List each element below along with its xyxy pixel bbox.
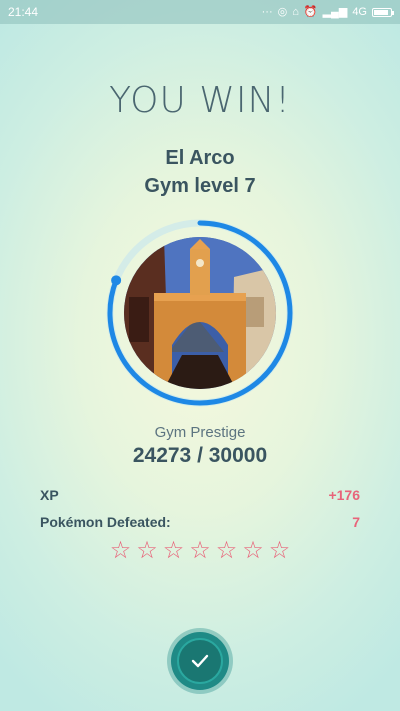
prestige-label: Gym Prestige bbox=[154, 424, 246, 441]
status-bar: 21:44 ··· ◎ ⌂ ⏰ ▂▄▆ 4G bbox=[0, 0, 400, 24]
status-icons: ··· ◎ ⌂ ⏰ ▂▄▆ 4G bbox=[261, 5, 394, 18]
star-icon: ☆ bbox=[109, 537, 132, 564]
star-icon: ☆ bbox=[189, 537, 211, 564]
gym-level: Gym level 7 bbox=[144, 175, 256, 197]
prestige-value: 24273 / 30000 bbox=[132, 444, 268, 467]
star-icon: ☆ bbox=[268, 537, 291, 564]
xp-value: +176 bbox=[328, 487, 360, 503]
network-label: 4G bbox=[352, 5, 367, 18]
check-icon bbox=[191, 654, 209, 668]
confirm-button[interactable] bbox=[171, 632, 229, 690]
status-time: 21:44 bbox=[8, 5, 39, 19]
battery-icon bbox=[372, 7, 394, 17]
bag-icon: ⌂ bbox=[292, 5, 299, 18]
gym-photo[interactable] bbox=[124, 237, 276, 389]
alarm-icon: ⏰ bbox=[303, 5, 318, 18]
defeated-label: Pokémon Defeated: bbox=[40, 514, 171, 530]
star-icon: ☆ bbox=[136, 537, 158, 564]
win-title: YOU WIN! bbox=[109, 80, 291, 121]
confirm-button-inner[interactable] bbox=[177, 638, 223, 684]
defeated-stars: ☆ ☆ ☆ ☆ ☆ ☆ ☆ bbox=[0, 539, 400, 563]
hotspot-icon: ◎ bbox=[277, 5, 288, 18]
dots-icon: ··· bbox=[261, 5, 273, 18]
star-icon: ☆ bbox=[162, 537, 185, 564]
gym-name: El Arco bbox=[165, 147, 235, 169]
defeated-row: Pokémon Defeated: 7 bbox=[40, 514, 360, 530]
defeated-value: 7 bbox=[352, 514, 360, 530]
xp-label: XP bbox=[40, 487, 59, 503]
star-icon: ☆ bbox=[242, 537, 264, 564]
star-icon: ☆ bbox=[215, 537, 238, 564]
xp-row: XP +176 bbox=[40, 487, 360, 503]
signal-icon: ▂▄▆ bbox=[322, 5, 348, 18]
prestige-progress-knob bbox=[111, 275, 122, 286]
